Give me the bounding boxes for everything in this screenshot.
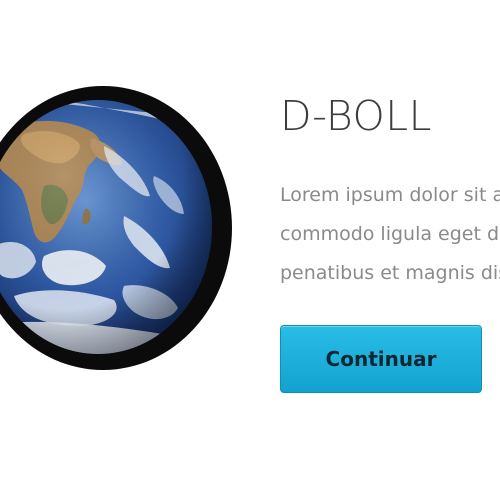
continue-button[interactable]: Continuar (280, 325, 482, 393)
description-line: Lorem ipsum dolor sit a (280, 184, 500, 206)
description-line: commodo ligula eget do (280, 223, 500, 245)
page-title: D-BOLL (280, 92, 432, 140)
earth-globe-image (0, 86, 232, 370)
product-description: Lorem ipsum dolor sit a commodo ligula e… (280, 176, 500, 293)
description-line: penatibus et magnis dis (280, 262, 500, 284)
landing-section: D-BOLL Lorem ipsum dolor sit a commodo l… (0, 0, 500, 500)
